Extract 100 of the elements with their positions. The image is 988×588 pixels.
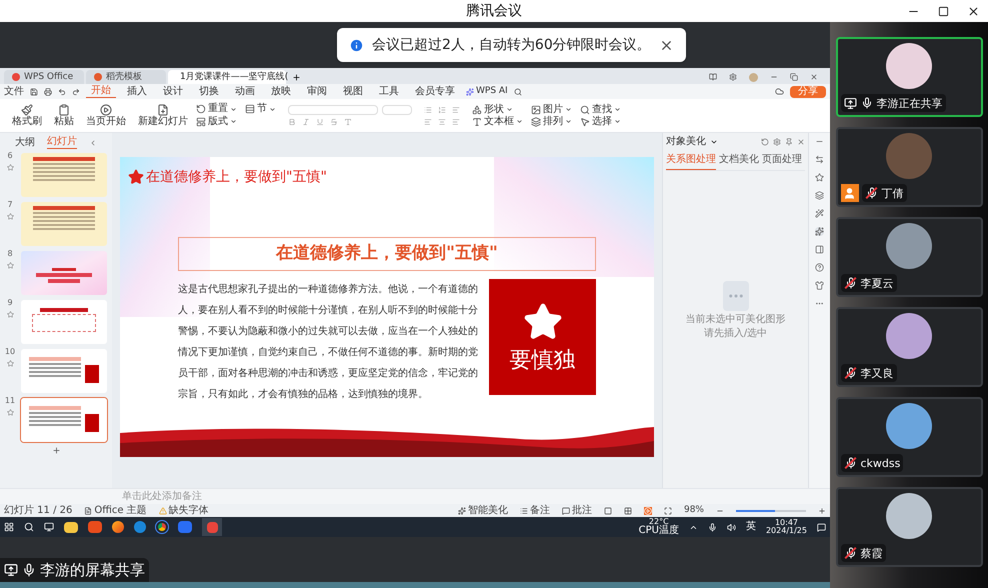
ribbon-tab[interactable]: 审阅 xyxy=(302,86,332,98)
theme-label[interactable]: Office 主题 xyxy=(84,506,147,516)
sparkle-icon[interactable] xyxy=(815,227,824,236)
ribbon-button[interactable]: 排列 xyxy=(531,116,572,126)
add-slide-icon[interactable] xyxy=(52,446,60,455)
ribbon-tab[interactable]: 切换 xyxy=(194,86,224,98)
ribbon-tab[interactable]: 工具 xyxy=(374,86,404,98)
participant-tile[interactable]: 李夏云 xyxy=(836,217,982,297)
office-app-icon[interactable] xyxy=(202,518,222,536)
clipboard-icon xyxy=(58,104,70,116)
app-icon[interactable] xyxy=(88,521,102,533)
ribbon-tab[interactable]: 动画 xyxy=(230,86,260,98)
app-tab[interactable]: WPS Office xyxy=(4,70,84,84)
ribbon-button[interactable]: 文本框 xyxy=(472,116,523,126)
comments-button[interactable]: 批注 xyxy=(562,506,592,516)
browser-icon[interactable] xyxy=(134,521,146,533)
speaker-icon[interactable] xyxy=(726,522,736,532)
shirt-icon[interactable] xyxy=(815,281,824,290)
avatar xyxy=(886,493,932,539)
ribbon-tab[interactable]: 视图 xyxy=(338,86,368,98)
reset-icon xyxy=(196,104,206,114)
ribbon-button[interactable]: 版式 xyxy=(196,116,237,127)
cloud-icon[interactable] xyxy=(775,87,784,96)
beautify-button[interactable]: 智能美化 xyxy=(458,506,508,516)
collapse-icon[interactable] xyxy=(89,139,97,147)
ai-button[interactable]: WPS AI xyxy=(466,87,508,96)
participant-tile[interactable]: ckwdss xyxy=(836,397,982,477)
close-icon[interactable] xyxy=(810,73,818,81)
help-icon[interactable] xyxy=(815,263,824,272)
browser-icon[interactable] xyxy=(156,521,168,533)
settings-icon[interactable] xyxy=(773,138,781,146)
layers-icon[interactable] xyxy=(815,191,824,200)
comment-icon xyxy=(562,506,570,514)
participant-name: 李游正在共享 xyxy=(876,98,942,108)
play-icon[interactable] xyxy=(644,506,652,514)
grid-view-icon[interactable] xyxy=(624,506,632,514)
zoom-in-icon[interactable] xyxy=(818,506,826,514)
notes-button[interactable]: 备注 xyxy=(520,506,550,516)
book-icon[interactable] xyxy=(709,73,717,81)
panel-tab[interactable]: 大纲 xyxy=(15,138,35,148)
ribbon-button[interactable]: 格式刷 xyxy=(8,104,46,127)
save-icon[interactable] xyxy=(30,88,38,96)
restore-icon[interactable] xyxy=(790,73,798,81)
folder-icon[interactable] xyxy=(64,522,78,532)
avatar xyxy=(886,43,932,89)
app-tab[interactable]: 稻壳模板 xyxy=(86,70,166,84)
ribbon-button[interactable]: 新建幻灯片 xyxy=(134,104,192,127)
participant-tile[interactable]: 蔡霞 xyxy=(836,487,982,567)
ribbon-button[interactable]: 粘贴 xyxy=(50,104,78,127)
panel-tab[interactable]: 页面处理 xyxy=(762,155,802,170)
ribbon-button[interactable]: 查找 xyxy=(580,104,621,114)
ribbon-tab[interactable]: 插入 xyxy=(122,86,152,98)
fit-icon[interactable] xyxy=(664,506,672,514)
settings-icon[interactable] xyxy=(729,73,737,81)
notification-icon[interactable] xyxy=(817,522,826,532)
slide-count: 幻灯片 11 / 26 xyxy=(4,506,72,516)
file-menu[interactable]: 文件 xyxy=(4,86,24,96)
zoom-level[interactable]: 98% xyxy=(684,506,704,515)
ribbon-button[interactable]: 选择 xyxy=(580,116,621,126)
ribbon-button[interactable]: 节 xyxy=(245,104,276,114)
panel-tab[interactable]: 文档美化 xyxy=(719,155,759,170)
search-icon[interactable] xyxy=(514,88,522,96)
participant-tile[interactable]: 丁倩 xyxy=(836,127,982,207)
ribbon-tab[interactable]: 会员专享 xyxy=(410,86,460,98)
caret-icon[interactable] xyxy=(710,138,718,146)
print-icon[interactable] xyxy=(44,88,52,96)
close-icon[interactable] xyxy=(967,4,980,18)
meeting-app-icon[interactable] xyxy=(178,521,192,533)
ribbon-button[interactable]: 形状 xyxy=(472,104,523,114)
browser-icon[interactable] xyxy=(112,521,124,533)
magic-wand-icon[interactable] xyxy=(815,209,824,218)
clock-time: 10:47 xyxy=(774,519,798,527)
transfer-icon[interactable] xyxy=(815,155,824,164)
participant-tile[interactable]: 李又良 xyxy=(836,307,982,387)
maximize-icon[interactable] xyxy=(938,6,949,16)
ribbon-button[interactable]: 图片 xyxy=(531,104,572,114)
normal-view-icon[interactable] xyxy=(604,506,612,514)
microphone-icon[interactable] xyxy=(708,522,717,532)
star-icon xyxy=(522,302,563,342)
panel-icon[interactable] xyxy=(815,245,824,254)
pin-icon[interactable] xyxy=(785,138,793,146)
microphone-icon xyxy=(22,563,36,577)
redo-icon[interactable] xyxy=(72,88,80,96)
panel-title: 对象美化 xyxy=(666,137,706,147)
ribbon-tab[interactable]: 开始 xyxy=(86,85,116,98)
undo-icon[interactable] xyxy=(58,88,66,96)
ribbon-tab[interactable]: 放映 xyxy=(266,86,296,98)
star-icon[interactable] xyxy=(815,173,824,182)
participant-tile[interactable]: 李游正在共享 xyxy=(836,37,982,117)
windows-start-icon[interactable] xyxy=(4,522,14,532)
refresh-icon[interactable] xyxy=(761,138,769,146)
missing-font-link[interactable]: 缺失字体 xyxy=(158,506,209,516)
ribbon-button[interactable]: 重置 xyxy=(196,104,237,114)
slide-number: 9 xyxy=(7,299,13,307)
app-tab[interactable]: 1月党课课件——坚守底线( xyxy=(168,70,286,84)
task-view-icon[interactable] xyxy=(44,522,54,532)
ribbon-button[interactable]: 当页开始 xyxy=(82,104,130,127)
input-method-indicator[interactable]: 英 xyxy=(746,522,756,532)
ribbon-tab[interactable]: 设计 xyxy=(158,86,188,98)
star-icon xyxy=(128,169,144,185)
